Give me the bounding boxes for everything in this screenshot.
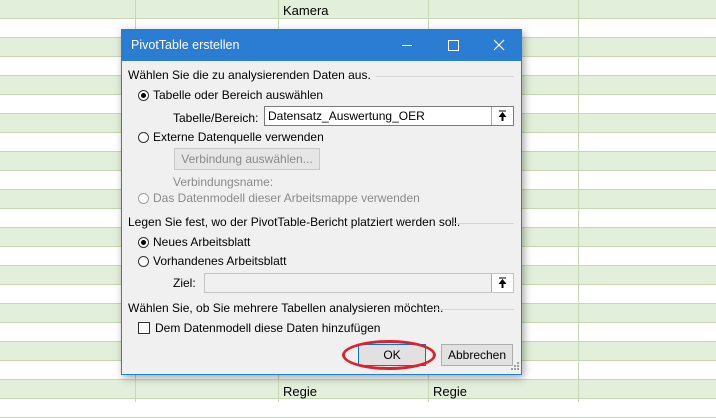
close-button[interactable] bbox=[476, 30, 522, 61]
section-multiple-tables: Wählen Sie, ob Sie mehrere Tabellen anal… bbox=[128, 301, 444, 315]
target-picker-button[interactable] bbox=[491, 274, 513, 292]
radio-existing-sheet[interactable] bbox=[138, 256, 149, 267]
dialog-titlebar[interactable]: PivotTable erstellen bbox=[122, 30, 521, 61]
radio-data-model[interactable] bbox=[138, 193, 149, 204]
section-data-source: Wählen Sie die zu analysierenden Daten a… bbox=[128, 68, 371, 82]
table-range-value: Datensatz_Auswertung_OER bbox=[268, 109, 425, 123]
checkbox-add-to-data-model[interactable] bbox=[138, 322, 150, 334]
divider bbox=[433, 309, 514, 310]
label-target: Ziel: bbox=[173, 276, 196, 290]
label-external-source[interactable]: Externe Datenquelle verwenden bbox=[153, 130, 324, 144]
radio-table-range[interactable] bbox=[138, 90, 149, 101]
minimize-icon bbox=[402, 45, 412, 46]
column-divider bbox=[578, 0, 579, 402]
label-existing-sheet[interactable]: Vorhandenes Arbeitsblatt bbox=[153, 254, 286, 268]
connection-name-label: Verbindungsname: bbox=[173, 175, 274, 189]
minimize-button[interactable] bbox=[384, 30, 430, 61]
collapse-arrow-icon bbox=[498, 110, 507, 121]
label-add-to-data-model[interactable]: Dem Datenmodell diese Daten hinzufügen bbox=[155, 321, 380, 335]
divider bbox=[376, 76, 514, 77]
section-placement: Legen Sie fest, wo der PivotTable-Berich… bbox=[128, 215, 461, 229]
choose-connection-button[interactable]: Verbindung auswählen... bbox=[174, 148, 320, 170]
label-data-model[interactable]: Das Datenmodell dieser Arbeitsmappe verw… bbox=[153, 191, 420, 205]
radio-new-sheet[interactable] bbox=[138, 237, 149, 248]
cancel-button[interactable]: Abbrechen bbox=[441, 344, 513, 366]
maximize-icon bbox=[448, 40, 459, 51]
range-picker-button[interactable] bbox=[491, 107, 513, 125]
close-icon bbox=[493, 39, 505, 51]
sheet-row bbox=[0, 0, 716, 19]
divider bbox=[453, 223, 514, 224]
dialog-title: PivotTable erstellen bbox=[131, 38, 240, 52]
label-table-range[interactable]: Tabelle oder Bereich auswählen bbox=[153, 88, 323, 102]
pivottable-dialog: PivotTable erstellen Wählen Sie die zu a… bbox=[121, 29, 522, 375]
label-table-field: Tabelle/Bereich: bbox=[173, 111, 259, 125]
maximize-button[interactable] bbox=[430, 30, 476, 61]
highlight-ring bbox=[342, 340, 436, 370]
sheet-cell[interactable]: Regie bbox=[433, 384, 467, 399]
table-range-input[interactable]: Datensatz_Auswertung_OER bbox=[264, 106, 514, 126]
radio-external-source[interactable] bbox=[138, 132, 149, 143]
sheet-row bbox=[0, 380, 716, 399]
resize-grip-icon[interactable] bbox=[510, 361, 520, 371]
collapse-arrow-icon bbox=[498, 277, 507, 288]
sheet-cell[interactable]: Regie bbox=[283, 384, 317, 399]
sheet-cell[interactable]: Kamera bbox=[283, 3, 329, 18]
target-input[interactable] bbox=[204, 273, 514, 293]
label-new-sheet[interactable]: Neues Arbeitsblatt bbox=[153, 235, 250, 249]
